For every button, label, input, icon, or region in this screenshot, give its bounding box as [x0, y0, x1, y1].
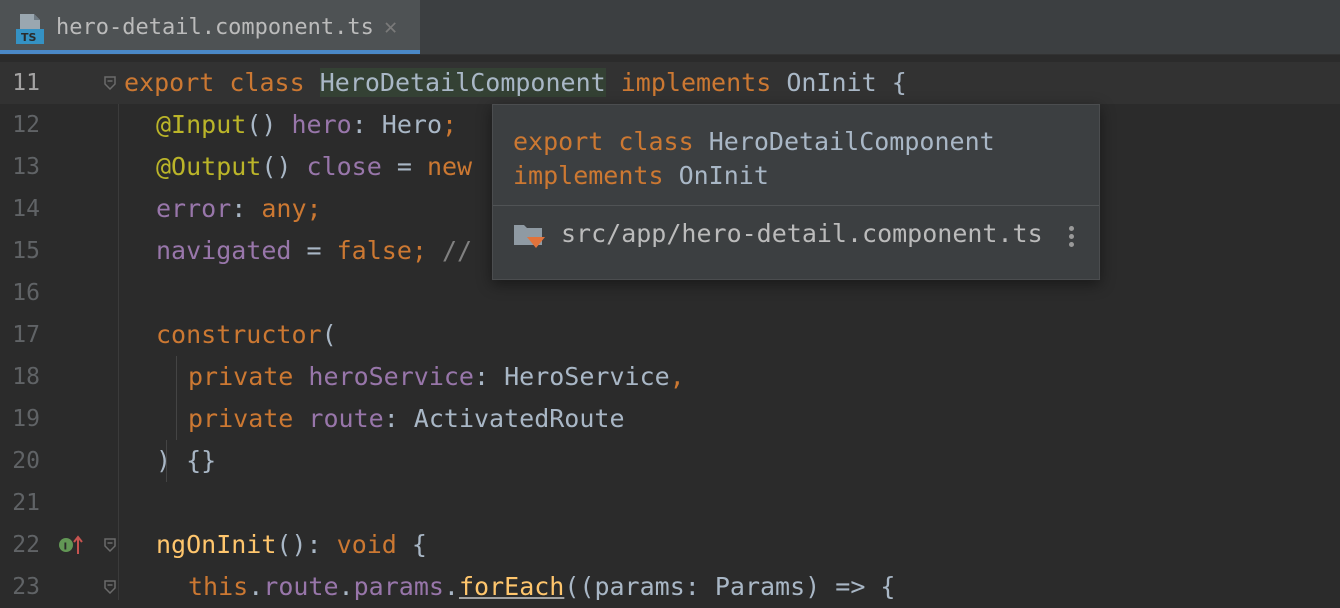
- line-number: 20: [12, 448, 40, 474]
- code-line-23: this.route.params.forEach((params: Param…: [188, 572, 896, 601]
- line-number: 21: [12, 490, 40, 516]
- indent-guide: [118, 104, 119, 600]
- svg-text:I: I: [64, 542, 68, 553]
- code-line-15: navigated = false; //: [156, 236, 473, 265]
- fold-marker-icon[interactable]: [104, 538, 116, 552]
- code-line-18: private heroService: HeroService,: [188, 362, 685, 391]
- file-location-link[interactable]: src/app/hero-detail.component.ts: [561, 217, 1043, 251]
- class-signature: export class HeroDetailComponent impleme…: [513, 127, 995, 190]
- line-number: 13: [12, 154, 40, 180]
- line-number: 23: [12, 574, 40, 600]
- code-line-17: constructor(: [156, 320, 337, 349]
- quick-documentation-popup[interactable]: export class HeroDetailComponent impleme…: [492, 104, 1100, 280]
- code-line-11: export class HeroDetailComponent impleme…: [124, 68, 907, 97]
- code-line-12: @Input() hero: Hero;: [156, 110, 458, 139]
- line-number: 11: [12, 70, 40, 96]
- typescript-file-icon: TS: [16, 14, 44, 44]
- editor-tab-bar: TS hero-detail.component.ts ✕: [0, 0, 1340, 55]
- close-icon[interactable]: ✕: [384, 14, 397, 42]
- code-line-20: ) {}: [156, 446, 217, 475]
- more-vertical-icon[interactable]: [1065, 223, 1077, 257]
- line-number: 17: [12, 322, 40, 348]
- line-number: 19: [12, 406, 40, 432]
- fold-marker-icon[interactable]: [104, 76, 116, 90]
- svg-text:TS: TS: [21, 31, 37, 44]
- tab-hero-detail-component[interactable]: TS hero-detail.component.ts ✕: [0, 0, 420, 54]
- code-line-14: error: any;: [156, 194, 322, 223]
- code-line-13: @Output() close = new: [156, 152, 473, 181]
- line-number: 12: [12, 112, 40, 138]
- popup-divider: [493, 205, 1099, 206]
- code-line-22: ngOnInit(): void {: [156, 530, 427, 559]
- tab-title: hero-detail.component.ts: [56, 15, 374, 40]
- active-tab-indicator: [0, 50, 420, 54]
- line-number: 16: [12, 280, 40, 306]
- line-number: 18: [12, 364, 40, 390]
- code-line-19: private route: ActivatedRoute: [188, 404, 625, 433]
- implements-method-icon[interactable]: I: [58, 534, 84, 556]
- folder-icon: [514, 225, 545, 248]
- line-number: 22: [12, 532, 40, 558]
- fold-marker-icon[interactable]: [104, 580, 116, 594]
- line-number: 15: [12, 238, 40, 264]
- line-number: 14: [12, 196, 40, 222]
- indent-guide: [176, 356, 177, 440]
